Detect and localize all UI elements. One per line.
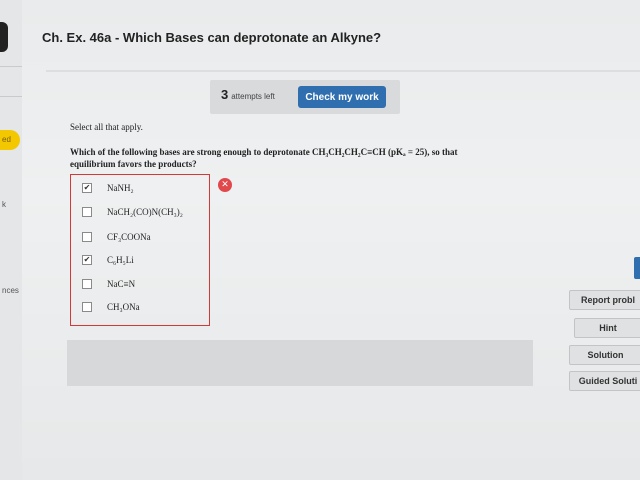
sidebar-divider bbox=[0, 96, 22, 97]
title-divider bbox=[46, 70, 640, 72]
checkbox[interactable] bbox=[82, 302, 92, 312]
choice-item[interactable]: CH₃ONa bbox=[82, 300, 140, 314]
checkbox[interactable]: ✔ bbox=[82, 255, 92, 265]
sidebar-fragment: nces bbox=[2, 286, 19, 295]
instructions: Select all that apply. bbox=[70, 122, 143, 132]
choice-label: CF₃COONa bbox=[107, 232, 151, 242]
choice-label: CH₃ONa bbox=[107, 302, 140, 312]
question-text: Which of the following bases are strong … bbox=[70, 146, 550, 170]
choice-item[interactable]: CF₃COONa bbox=[82, 230, 151, 244]
choice-item[interactable]: NaCH₂(CO)N(CH₃)₂ bbox=[82, 205, 183, 219]
choice-item[interactable]: ✔ NaNH₂ bbox=[82, 181, 134, 195]
check-my-work-button[interactable]: Check my work bbox=[298, 86, 386, 108]
question-line: Which of the following bases are strong … bbox=[70, 147, 458, 157]
choice-item[interactable]: ✔ C₆H₅Li bbox=[82, 253, 134, 267]
choice-label: NaNH₂ bbox=[107, 183, 134, 193]
choice-label: C₆H₅Li bbox=[107, 255, 134, 265]
checkbox[interactable] bbox=[82, 207, 92, 217]
guided-solution-button[interactable]: Guided Soluti bbox=[569, 371, 640, 391]
question-line: equilibrium favors the products? bbox=[70, 159, 197, 169]
sidebar-fragment: k bbox=[2, 200, 6, 209]
report-problem-button[interactable]: Report probl bbox=[569, 290, 640, 310]
choice-label: NaC≡N bbox=[107, 279, 136, 289]
incorrect-x-icon: ✕ bbox=[218, 178, 232, 192]
left-sidebar bbox=[0, 0, 22, 480]
attempts-count: 3 bbox=[221, 87, 229, 102]
feedback-panel bbox=[67, 340, 533, 386]
checkbox[interactable]: ✔ bbox=[82, 183, 92, 193]
checkbox[interactable] bbox=[82, 279, 92, 289]
checkbox[interactable] bbox=[82, 232, 92, 242]
hint-button[interactable]: Hint bbox=[574, 318, 640, 338]
solution-button[interactable]: Solution bbox=[569, 345, 640, 365]
sidebar-status-badge: ed bbox=[0, 130, 20, 150]
attempts-left: 3 attempts left bbox=[221, 87, 275, 102]
attempts-text: attempts left bbox=[231, 92, 275, 101]
choice-label: NaCH₂(CO)N(CH₃)₂ bbox=[107, 207, 183, 217]
sidebar-divider bbox=[0, 66, 22, 67]
choice-item[interactable]: NaC≡N bbox=[82, 277, 135, 291]
side-tab[interactable] bbox=[634, 257, 640, 279]
sidebar-tab[interactable] bbox=[0, 22, 8, 52]
page-title: Ch. Ex. 46a - Which Bases can deprotonat… bbox=[42, 30, 382, 45]
